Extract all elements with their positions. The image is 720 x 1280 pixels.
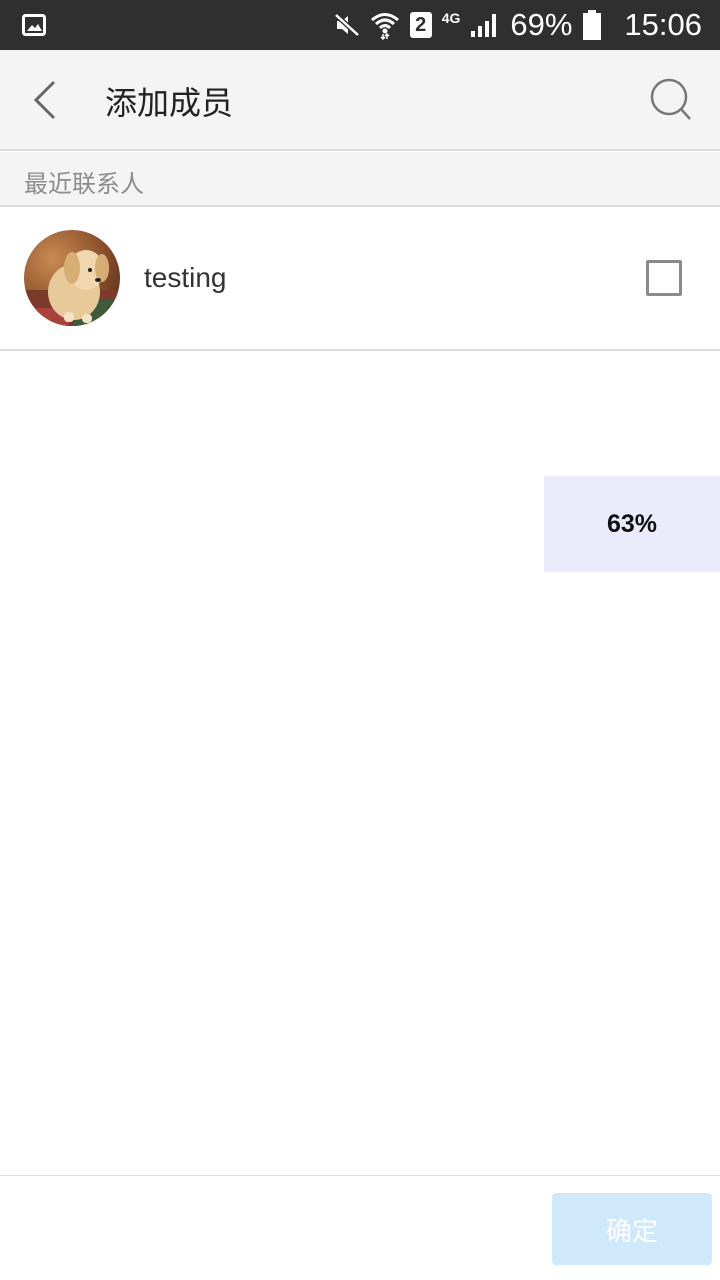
status-icons: 2 4G 69% 15:06: [334, 0, 702, 50]
title-bar: 添加成员: [0, 50, 720, 151]
footer: 确定: [0, 1175, 720, 1280]
confirm-button[interactable]: 确定: [552, 1193, 712, 1265]
section-header: 最近联系人: [0, 152, 720, 207]
gallery-icon: [22, 14, 46, 36]
status-bar: 2 4G 69% 15:06: [0, 0, 720, 50]
chevron-left-icon[interactable]: [22, 74, 70, 126]
contact-row[interactable]: testing: [0, 208, 720, 351]
contact-checkbox[interactable]: [646, 260, 682, 296]
search-icon[interactable]: [648, 76, 698, 126]
section-label: 最近联系人: [24, 170, 144, 198]
contact-name: testing: [144, 262, 227, 293]
network-type-label: 4G: [441, 10, 461, 26]
signal-icon: [471, 14, 497, 37]
battery-icon: [583, 10, 602, 40]
battery-percent: 69%: [510, 7, 573, 42]
progress-badge: 63%: [544, 476, 720, 572]
page-title: 添加成员: [105, 84, 234, 122]
mute-icon: [334, 13, 360, 37]
progress-label: 63%: [606, 509, 658, 538]
status-time: 15:06: [624, 7, 702, 42]
sim-icon: 2: [409, 12, 432, 38]
avatar: [24, 230, 120, 326]
wifi-icon: [370, 13, 399, 40]
